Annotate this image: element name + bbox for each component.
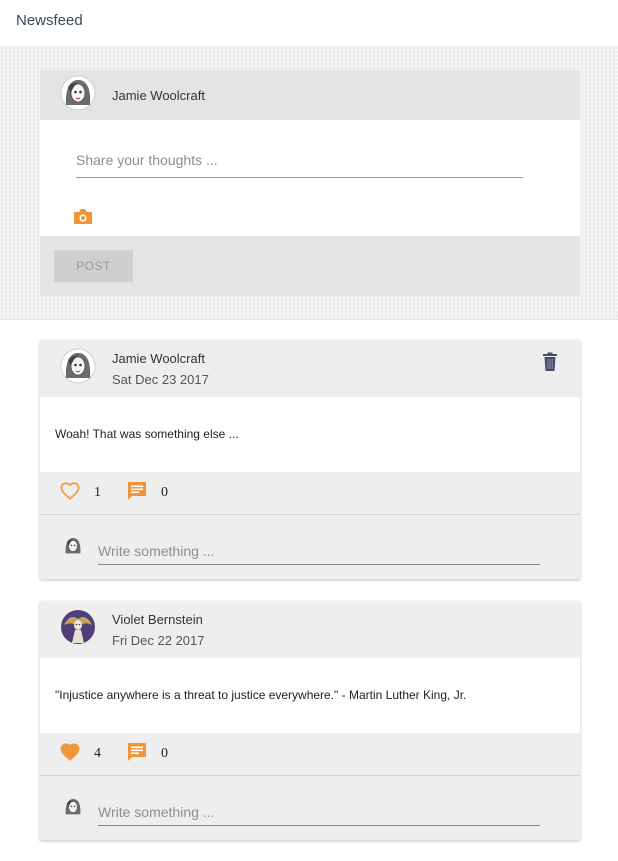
comment-count: 0 bbox=[161, 746, 168, 761]
top-bar: Newsfeed bbox=[0, 0, 618, 46]
post-actions: 4 0 bbox=[40, 733, 580, 776]
like-count: 1 bbox=[94, 485, 101, 500]
feed: Jamie Woolcraft Sat Dec 23 2017 Woah! Th… bbox=[0, 320, 618, 840]
post-author: Violet Bernstein bbox=[112, 611, 203, 627]
post-actions: 1 0 bbox=[40, 472, 580, 515]
post-date: Sat Dec 23 2017 bbox=[112, 371, 209, 387]
comment-input[interactable] bbox=[98, 798, 540, 826]
heart-icon[interactable] bbox=[60, 742, 80, 766]
share-thoughts-input[interactable] bbox=[76, 138, 523, 178]
page-title: Newsfeed bbox=[16, 12, 83, 29]
avatar bbox=[60, 75, 96, 116]
camera-icon[interactable] bbox=[73, 208, 93, 225]
post-header: Violet Bernstein Fri Dec 22 2017 bbox=[40, 601, 580, 658]
post-card: Jamie Woolcraft Sat Dec 23 2017 Woah! Th… bbox=[40, 340, 580, 579]
post-header: Jamie Woolcraft Sat Dec 23 2017 bbox=[40, 340, 580, 397]
post-card: Violet Bernstein Fri Dec 22 2017 "Injust… bbox=[40, 601, 580, 840]
compose-card: Jamie Woolcraft POST bbox=[40, 70, 580, 296]
comment-icon[interactable] bbox=[127, 481, 147, 506]
post-date: Fri Dec 22 2017 bbox=[112, 632, 205, 648]
comment-input[interactable] bbox=[98, 537, 540, 565]
trash-icon[interactable] bbox=[542, 352, 558, 372]
compose-body bbox=[40, 120, 580, 236]
post-author: Jamie Woolcraft bbox=[112, 350, 205, 366]
avatar bbox=[60, 348, 96, 389]
compose-area: Jamie Woolcraft POST bbox=[0, 46, 618, 320]
post-meta: Jamie Woolcraft Sat Dec 23 2017 bbox=[112, 351, 209, 387]
post-text: "Injustice anywhere is a threat to justi… bbox=[40, 658, 580, 733]
comment-row bbox=[40, 515, 580, 579]
compose-header: Jamie Woolcraft bbox=[40, 70, 580, 120]
post-text: Woah! That was something else ... bbox=[40, 397, 580, 472]
heart-icon[interactable] bbox=[60, 481, 80, 505]
post-button[interactable]: POST bbox=[54, 250, 133, 282]
comment-icon[interactable] bbox=[127, 742, 147, 767]
avatar bbox=[62, 796, 84, 823]
like-count: 4 bbox=[94, 746, 101, 761]
compose-footer: POST bbox=[40, 236, 580, 296]
avatar bbox=[60, 609, 96, 650]
compose-user-name: Jamie Woolcraft bbox=[112, 87, 205, 103]
comment-count: 0 bbox=[161, 485, 168, 500]
avatar bbox=[62, 535, 84, 562]
comment-row bbox=[40, 776, 580, 840]
post-meta: Violet Bernstein Fri Dec 22 2017 bbox=[112, 612, 205, 648]
